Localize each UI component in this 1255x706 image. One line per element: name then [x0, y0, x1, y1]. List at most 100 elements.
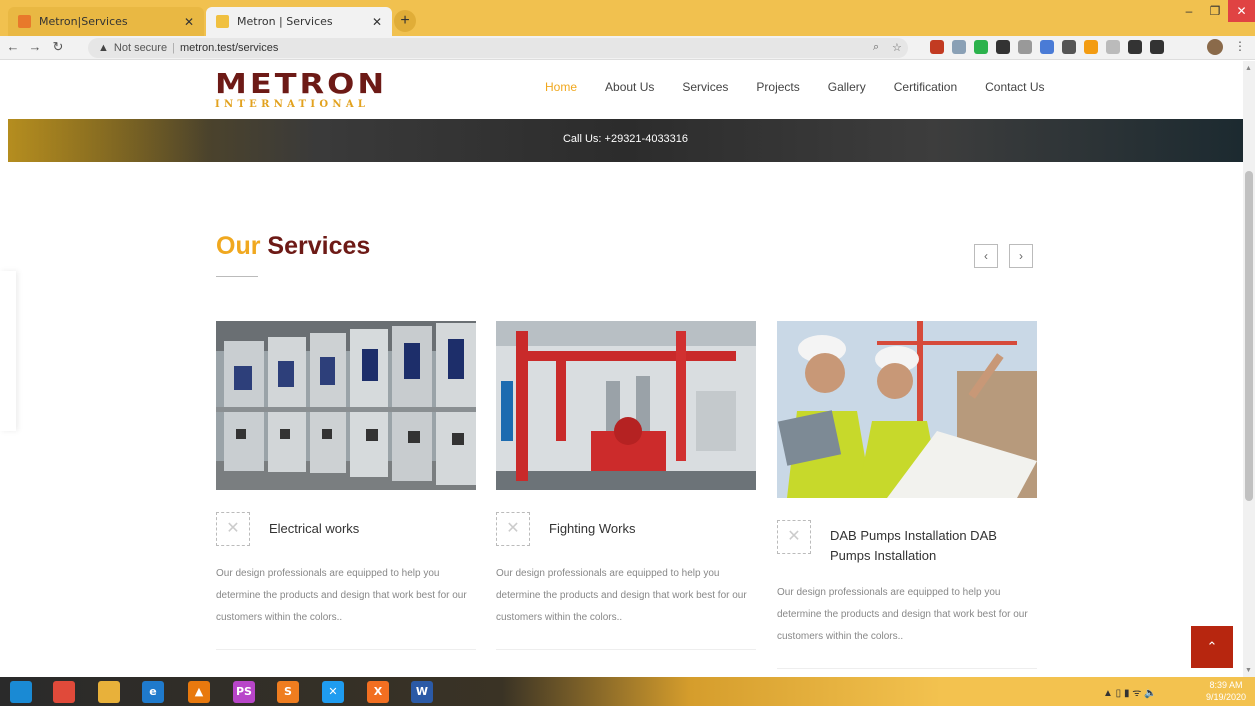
clock-date: 9/19/2020	[1205, 692, 1247, 702]
extensions-bar	[930, 40, 1164, 54]
windows-taskbar: ▲ ▯ ▮ ᯤ 🔈 8:39 AM 9/19/2020 e ▲ PS S ✕ X W	[0, 677, 1255, 706]
word-icon[interactable]: W	[411, 681, 433, 703]
extension-icon[interactable]	[1084, 40, 1098, 54]
nav-certification[interactable]: Certification	[894, 80, 957, 94]
fire-pump-image	[496, 321, 756, 490]
tools-icon: ✕	[216, 512, 250, 546]
carousel-next-button[interactable]: ›	[1009, 244, 1033, 268]
section-title-rest: Services	[267, 232, 371, 260]
extension-icon[interactable]	[930, 40, 944, 54]
tab-title: Metron|Services	[39, 15, 128, 28]
extension-icon[interactable]	[1128, 40, 1142, 54]
site-logo[interactable]: METRON INTERNATIONAL	[215, 67, 388, 110]
address-bar: ← → ↻ ▲ Not secure | metron.test/service…	[0, 36, 1255, 60]
nav-about-us[interactable]: About Us	[605, 80, 654, 94]
menu-kebab-icon[interactable]: ⋮	[1234, 39, 1246, 53]
vscode-icon[interactable]: ✕	[322, 681, 344, 703]
browser-tab-bar: Metron|Services ✕ Metron | Services ✕ + …	[0, 0, 1255, 36]
close-tab-icon[interactable]: ✕	[372, 15, 382, 29]
file-explorer-icon[interactable]	[98, 681, 120, 703]
ie-icon[interactable]: e	[142, 681, 164, 703]
fire-pump-room-photo[interactable]	[496, 321, 756, 490]
url-text: metron.test/services	[179, 42, 279, 54]
section-title: Our Services	[216, 232, 370, 261]
main-nav: Home About Us Services Projects Gallery Certi…	[545, 80, 1072, 94]
nav-gallery[interactable]: Gallery	[828, 80, 866, 94]
scrollbar-thumb[interactable]	[1245, 171, 1253, 501]
url-input[interactable]: ▲ Not secure | metron.test/services ⌕ ☆	[88, 38, 908, 58]
engineers-image	[777, 321, 1037, 498]
xampp-icon[interactable]: X	[367, 681, 389, 703]
engineers-photo[interactable]	[777, 321, 1037, 498]
extension-icon[interactable]	[1150, 40, 1164, 54]
url-separator: |	[172, 42, 175, 54]
system-tray[interactable]: ▲ ▯ ▮ ᯤ 🔈	[1103, 685, 1157, 699]
search-icon[interactable]: ⌕	[873, 41, 879, 54]
forward-arrow-icon[interactable]: →	[26, 39, 44, 54]
carousel-prev-button[interactable]: ‹	[974, 244, 998, 268]
site-header: METRON INTERNATIONAL Home About Us Service…	[0, 61, 1243, 119]
service-description: Our design professionals are equipped to…	[496, 568, 747, 623]
chrome-icon[interactable]	[53, 681, 75, 703]
logo-sub-text: INTERNATIONAL	[215, 99, 370, 110]
card-divider	[216, 649, 476, 650]
call-us-text: Call Us: +29321-4033316	[562, 133, 689, 145]
service-description: Our design professionals are equipped to…	[216, 568, 467, 623]
back-to-top-button[interactable]: ⌃	[1191, 626, 1233, 668]
clock[interactable]: 8:39 AM 9/19/2020	[1200, 679, 1252, 703]
electrical-panel-photo[interactable]	[216, 321, 476, 490]
xampp-favicon-icon	[18, 15, 31, 28]
web-page: METRON INTERNATIONAL Home About Us Service…	[0, 61, 1243, 677]
nav-contact-us[interactable]: Contact Us	[985, 80, 1044, 94]
back-arrow-icon[interactable]: ←	[4, 39, 22, 54]
extension-icon[interactable]	[1040, 40, 1054, 54]
logo-main-text: METRON	[215, 67, 388, 100]
scroll-down-icon[interactable]: ▼	[1245, 667, 1252, 674]
tools-icon: ✕	[777, 520, 811, 554]
site-favicon-icon	[216, 15, 229, 28]
service-card-electrical[interactable]: ✕ Electrical works Our design profession…	[216, 321, 476, 650]
tab-title: Metron | Services	[237, 15, 333, 28]
warning-icon: ▲	[98, 42, 109, 54]
title-underline	[216, 276, 258, 277]
hero-banner: Call Us: +29321-4033316	[8, 119, 1243, 162]
section-title-accent: Our	[216, 232, 261, 260]
service-card-dab-pumps[interactable]: ✕ DAB Pumps Installation DAB Pumps Insta…	[777, 321, 1037, 669]
security-label: Not secure	[113, 42, 168, 54]
close-tab-icon[interactable]: ✕	[184, 15, 194, 29]
extension-icon[interactable]	[1106, 40, 1120, 54]
sublime-icon[interactable]: S	[277, 681, 299, 703]
extension-icon[interactable]	[952, 40, 966, 54]
service-name[interactable]: Electrical works	[269, 519, 469, 539]
plus-icon[interactable]: +	[394, 10, 416, 32]
service-name[interactable]: DAB Pumps Installation DAB Pumps Install…	[830, 526, 1030, 566]
nav-services[interactable]: Services	[682, 80, 728, 94]
profile-avatar[interactable]	[1207, 39, 1223, 55]
extension-icon[interactable]	[1018, 40, 1032, 54]
browser-tab-1[interactable]: Metron|Services ✕	[8, 7, 204, 36]
extension-icon[interactable]	[996, 40, 1010, 54]
nav-home[interactable]: Home	[545, 80, 577, 94]
clock-time: 8:39 AM	[1209, 680, 1243, 690]
vlc-icon[interactable]: ▲	[188, 681, 210, 703]
scroll-up-icon[interactable]: ▲	[1245, 65, 1252, 72]
nav-projects[interactable]: Projects	[756, 80, 799, 94]
browser-tab-2[interactable]: Metron | Services ✕	[206, 7, 392, 36]
minimize-icon[interactable]: –	[1176, 0, 1202, 22]
reload-icon[interactable]: ↻	[49, 39, 67, 55]
page-scrollbar[interactable]: ▲ ▼	[1243, 61, 1255, 677]
electrical-panel-image	[216, 321, 476, 490]
close-window-icon[interactable]: ✕	[1228, 0, 1255, 22]
card-divider	[777, 668, 1037, 669]
extension-icon[interactable]	[1062, 40, 1076, 54]
phpstorm-icon[interactable]: PS	[233, 681, 255, 703]
service-name[interactable]: Fighting Works	[549, 519, 749, 539]
side-panel-edge	[0, 271, 16, 431]
windows-start-icon[interactable]	[10, 681, 32, 703]
service-card-fighting[interactable]: ✕ Fighting Works Our design professional…	[496, 321, 756, 650]
restore-icon[interactable]: ❐	[1202, 0, 1228, 22]
card-divider	[496, 649, 756, 650]
extension-icon[interactable]	[974, 40, 988, 54]
service-description: Our design professionals are equipped to…	[777, 587, 1028, 642]
bookmark-star-icon[interactable]: ☆	[892, 41, 902, 54]
